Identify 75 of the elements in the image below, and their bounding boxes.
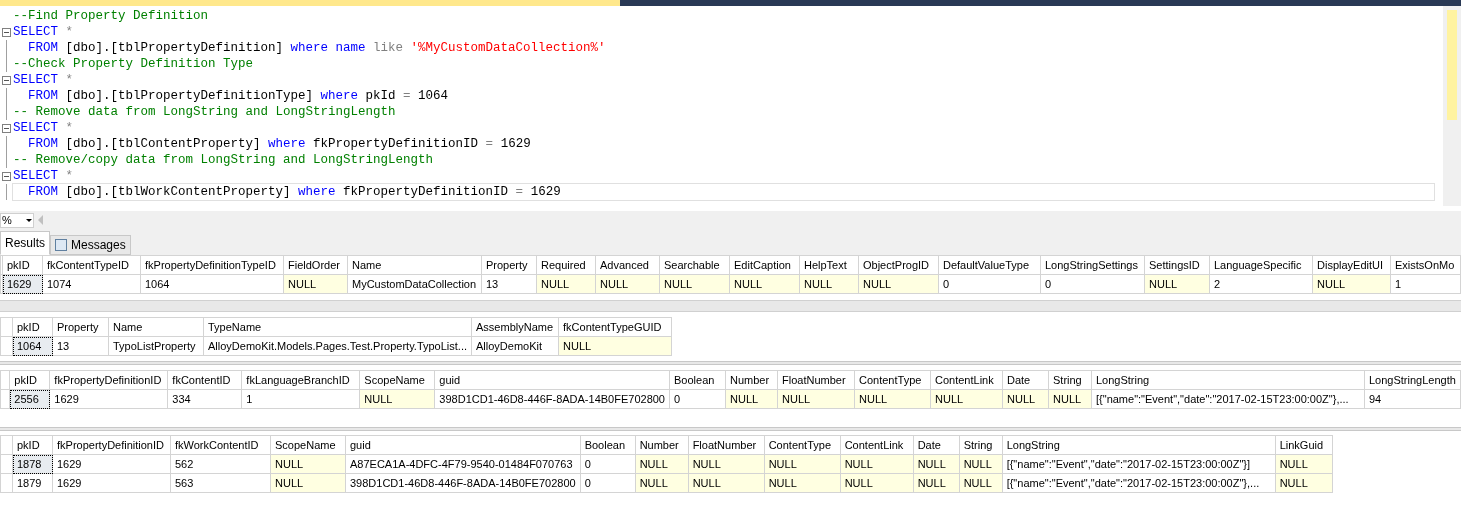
column-header[interactable]: ContentLink: [930, 370, 1003, 390]
column-header[interactable]: ObjectProgID: [858, 255, 939, 275]
column-header[interactable]: pkID: [9, 370, 50, 390]
column-header[interactable]: pkID: [12, 435, 53, 455]
column-header[interactable]: LongString: [1091, 370, 1365, 390]
vertical-scrollbar[interactable]: [1443, 6, 1461, 206]
column-header[interactable]: fkContentTypeGUID: [558, 317, 672, 337]
column-header[interactable]: Boolean: [580, 435, 636, 455]
column-header[interactable]: fkPropertyDefinitionID: [49, 370, 168, 390]
column-header[interactable]: ExistsOnMo: [1390, 255, 1461, 275]
column-header[interactable]: ContentLink: [840, 435, 914, 455]
column-header[interactable]: EditCaption: [729, 255, 800, 275]
column-header[interactable]: LongString: [1002, 435, 1276, 455]
column-header[interactable]: String: [1048, 370, 1092, 390]
column-header[interactable]: guid: [434, 370, 670, 390]
results-tab[interactable]: Results: [0, 231, 50, 255]
code-line: -- Remove data from LongString and LongStringLength: [12, 104, 397, 121]
column-header[interactable]: DefaultValueType: [938, 255, 1041, 275]
code-line: --Check Property Definition Type: [12, 56, 255, 73]
code-line: FROM [dbo].[tblPropertyDefinitionType] where pkId = 1064: [27, 88, 450, 105]
column-header[interactable]: DisplayEditUI: [1312, 255, 1391, 275]
column-header[interactable]: String: [959, 435, 1003, 455]
collapse-icon[interactable]: [1, 171, 11, 181]
column-header[interactable]: Date: [1002, 370, 1049, 390]
code-line: --Find Property Definition: [12, 8, 210, 25]
column-header[interactable]: FloatNumber: [688, 435, 765, 455]
column-header[interactable]: LanguageSpecific: [1209, 255, 1313, 275]
column-header[interactable]: Searchable: [659, 255, 730, 275]
column-header[interactable]: ContentType: [764, 435, 841, 455]
column-header[interactable]: fkPropertyDefinitionTypeID: [140, 255, 284, 275]
column-header[interactable]: Name: [108, 317, 204, 337]
column-header[interactable]: Boolean: [669, 370, 726, 390]
code-line: SELECT *: [12, 120, 75, 137]
column-header[interactable]: Date: [913, 435, 960, 455]
code-line: SELECT *: [12, 168, 75, 185]
code-line: -- Remove/copy data from LongString and LongStringLength: [12, 152, 435, 169]
code-line: SELECT *: [12, 72, 75, 89]
zoom-dropdown[interactable]: %: [0, 212, 34, 228]
column-header[interactable]: Property: [481, 255, 537, 275]
column-header[interactable]: fkWorkContentID: [170, 435, 271, 455]
column-header[interactable]: SettingsID: [1144, 255, 1210, 275]
code-line: SELECT *: [12, 24, 75, 41]
column-header[interactable]: pkID: [12, 317, 53, 337]
column-header[interactable]: FloatNumber: [777, 370, 855, 390]
column-header[interactable]: LinkGuid: [1275, 435, 1333, 455]
column-header[interactable]: HelpText: [799, 255, 859, 275]
column-header[interactable]: ScopeName: [359, 370, 435, 390]
collapse-icon[interactable]: [1, 75, 11, 85]
column-header[interactable]: Required: [536, 255, 596, 275]
column-header[interactable]: fkContentID: [167, 370, 242, 390]
column-header[interactable]: guid: [345, 435, 581, 455]
horizontal-scrollbar[interactable]: [0, 300, 1461, 312]
column-header[interactable]: fkPropertyDefinitionID: [52, 435, 171, 455]
column-header[interactable]: Name: [347, 255, 482, 275]
column-header[interactable]: Advanced: [595, 255, 660, 275]
column-header[interactable]: Number: [635, 435, 689, 455]
column-header[interactable]: pkID: [2, 255, 43, 275]
column-header[interactable]: LongStringSettings: [1040, 255, 1145, 275]
column-header[interactable]: ScopeName: [270, 435, 346, 455]
code-line: FROM [dbo].[tblPropertyDefinition] where name like '%MyCustomDataCollection%': [27, 40, 607, 57]
column-header[interactable]: FieldOrder: [283, 255, 348, 275]
collapse-icon[interactable]: [1, 123, 11, 133]
column-header[interactable]: fkContentTypeID: [42, 255, 141, 275]
code-line: FROM [dbo].[tblContentProperty] where fkPropertyDefinitionID = 1629: [27, 136, 532, 153]
column-header[interactable]: fkLanguageBranchID: [241, 370, 360, 390]
collapse-icon[interactable]: [1, 27, 11, 37]
column-header[interactable]: LongStringLength: [1364, 370, 1461, 390]
caret-icon: [26, 218, 32, 222]
column-header[interactable]: ContentType: [854, 370, 931, 390]
column-header[interactable]: TypeName: [203, 317, 472, 337]
grid-icon: [55, 239, 67, 251]
column-header[interactable]: Number: [725, 370, 778, 390]
column-header[interactable]: AssemblyName: [471, 317, 559, 337]
results-tab[interactable]: Messages: [50, 235, 131, 255]
column-header[interactable]: Property: [52, 317, 109, 337]
